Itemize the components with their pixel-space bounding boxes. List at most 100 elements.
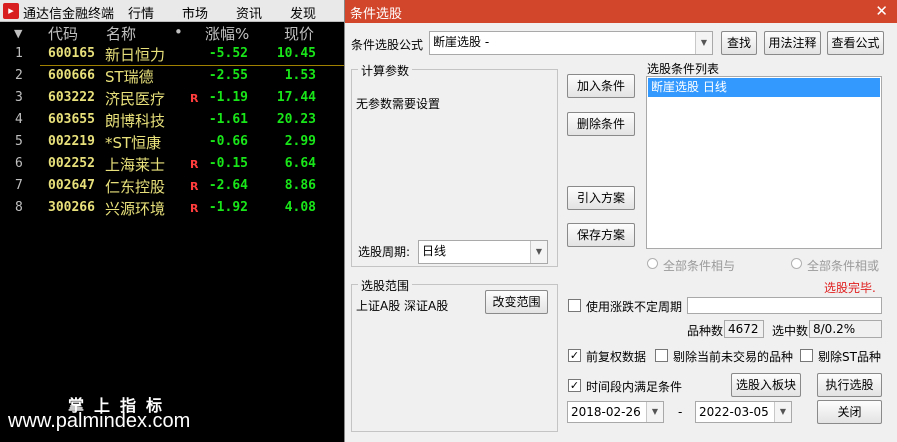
stock-name: 兴源环境 [105,200,166,218]
chevron-down-icon[interactable]: ▼ [695,32,712,54]
start-date-picker[interactable]: 2018-02-26 ▼ [567,401,664,423]
menu-quotes[interactable]: 行情 [128,3,154,22]
row-index: 3 [15,90,23,105]
table-row[interactable]: 7 002647 仁东控股 R -2.64 8.86 [0,176,344,198]
stock-code: 002647 [48,178,95,193]
change-pct: -0.66 [208,134,248,149]
stock-name: 新日恒力 [105,46,166,64]
header-price[interactable]: 现价 [284,23,314,44]
range-group-title: 选股范围 [358,277,413,294]
time-range-checkbox[interactable]: ✓ [568,379,581,392]
change-pct: -1.19 [208,90,248,105]
delete-condition-button[interactable]: 删除条件 [567,112,635,136]
row-index: 8 [15,200,23,215]
rzrq-flag: R [190,92,199,105]
exclude-st-label: 剔除ST品种 [818,350,881,364]
app-logo-icon: ▸ [3,3,19,19]
selected-count: 8/0.2% [809,320,882,338]
row-index: 6 [15,156,23,171]
forward-adjust-checkbox[interactable]: ✓ [568,349,581,362]
header-dot: • [174,23,183,41]
forward-adjust-label: 前复权数据 [586,350,647,364]
table-row[interactable]: 4 603655 朗博科技 -1.61 20.23 [0,110,344,132]
change-pct: -0.15 [208,156,248,171]
formula-select[interactable]: 断崖选股 - ▼ [429,31,713,55]
formula-value: 断崖选股 - [433,35,490,49]
menu-news[interactable]: 资讯 [236,3,262,22]
dialog-titlebar[interactable]: 条件选股 ✕ [345,0,897,23]
status-text: 选股完毕. [824,281,876,295]
change-pct: -1.92 [208,200,248,215]
stock-name: 朗博科技 [105,112,166,130]
price: 1.53 [284,68,316,83]
time-range-label: 时间段内满足条件 [586,380,683,394]
chevron-down-icon[interactable]: ▼ [774,402,791,422]
period-input[interactable] [687,297,882,314]
import-plan-button[interactable]: 引入方案 [567,186,635,210]
price: 8.86 [284,178,316,193]
start-date-value: 2018-02-26 [571,405,641,419]
table-row[interactable]: 6 002252 上海莱士 R -0.15 6.64 [0,154,344,176]
table-row[interactable]: 1 600165 新日恒力 -5.52 10.45 [0,44,344,66]
sort-arrow-icon[interactable]: ▼ [14,27,22,40]
stock-table: ▼ 代码 名称 • 涨幅% 现价 1 600165 新日恒力 -5.52 10.… [0,22,344,442]
table-row[interactable]: 8 300266 兴源环境 R -1.92 4.08 [0,198,344,220]
row-index: 4 [15,112,23,127]
params-text: 无参数需要设置 [356,97,441,111]
run-select-button[interactable]: 执行选股 [817,373,882,397]
header-code[interactable]: 代码 [48,23,78,44]
find-button[interactable]: 查找 [721,31,757,55]
radio-and-label: 全部条件相与 [663,259,736,273]
list-item[interactable]: 断崖选股 日线 [648,78,880,97]
table-row[interactable]: 3 603222 济民医疗 R -1.19 17.44 [0,88,344,110]
header-name[interactable]: 名称 [106,23,136,44]
stock-code: 300266 [48,200,95,215]
formula-label: 条件选股公式 [351,38,424,52]
view-formula-button[interactable]: 查看公式 [827,31,884,55]
range-group: 选股范围 上证A股 深证A股 改变范围 [351,277,558,432]
end-date-value: 2022-03-05 [699,405,769,419]
exclude-st-checkbox[interactable] [800,349,813,362]
condition-list[interactable]: 断崖选股 日线 [646,76,882,249]
stock-code: 002252 [48,156,95,171]
table-row[interactable]: 5 002219 *ST恒康 -0.66 2.99 [0,132,344,154]
price: 2.99 [284,134,316,149]
app-title: 通达信金融终端 [23,7,115,22]
condition-select-dialog: 条件选股 ✕ 条件选股公式 断崖选股 - ▼ 查找 用法注释 查看公式 计算参数… [344,0,897,442]
use-period-label: 使用涨跌不定周期 [586,300,683,314]
period-value: 日线 [422,244,447,258]
end-date-picker[interactable]: 2022-03-05 ▼ [695,401,792,423]
total-count: 4672 [724,320,764,338]
table-row[interactable]: 2 600666 ST瑞德 -2.55 1.53 [0,66,344,88]
change-range-button[interactable]: 改变范围 [485,290,548,314]
header-change[interactable]: 涨幅% [205,23,249,44]
stock-name: 上海莱士 [105,156,166,174]
to-block-button[interactable]: 选股入板块 [731,373,801,397]
radio-and[interactable] [647,258,658,269]
change-pct: -2.64 [208,178,248,193]
usage-notes-button[interactable]: 用法注释 [764,31,821,55]
close-icon[interactable]: ✕ [875,2,888,20]
chevron-down-icon[interactable]: ▼ [646,402,663,422]
exclude-untraded-label: 剔除当前未交易的品种 [673,350,794,364]
menu-discover[interactable]: 发现 [290,3,316,22]
use-period-checkbox[interactable] [568,299,581,312]
change-pct: -1.61 [208,112,248,127]
radio-or[interactable] [791,258,802,269]
save-plan-button[interactable]: 保存方案 [567,223,635,247]
row-index: 5 [15,134,23,149]
date-dash: - [678,405,683,419]
exclude-untraded-checkbox[interactable] [655,349,668,362]
price: 20.23 [276,112,316,127]
params-group-title: 计算参数 [358,62,413,79]
stock-name: ST瑞德 [105,68,154,86]
price: 17.44 [276,90,316,105]
period-select[interactable]: 日线 ▼ [418,240,548,264]
rzrq-flag: R [190,180,199,193]
watermark-url: www.palmindex.com [8,410,191,432]
close-button[interactable]: 关闭 [817,400,882,424]
cond-list-title: 选股条件列表 [647,62,720,76]
chevron-down-icon[interactable]: ▼ [530,241,547,263]
menu-market[interactable]: 市场 [182,3,208,22]
add-condition-button[interactable]: 加入条件 [567,74,635,98]
